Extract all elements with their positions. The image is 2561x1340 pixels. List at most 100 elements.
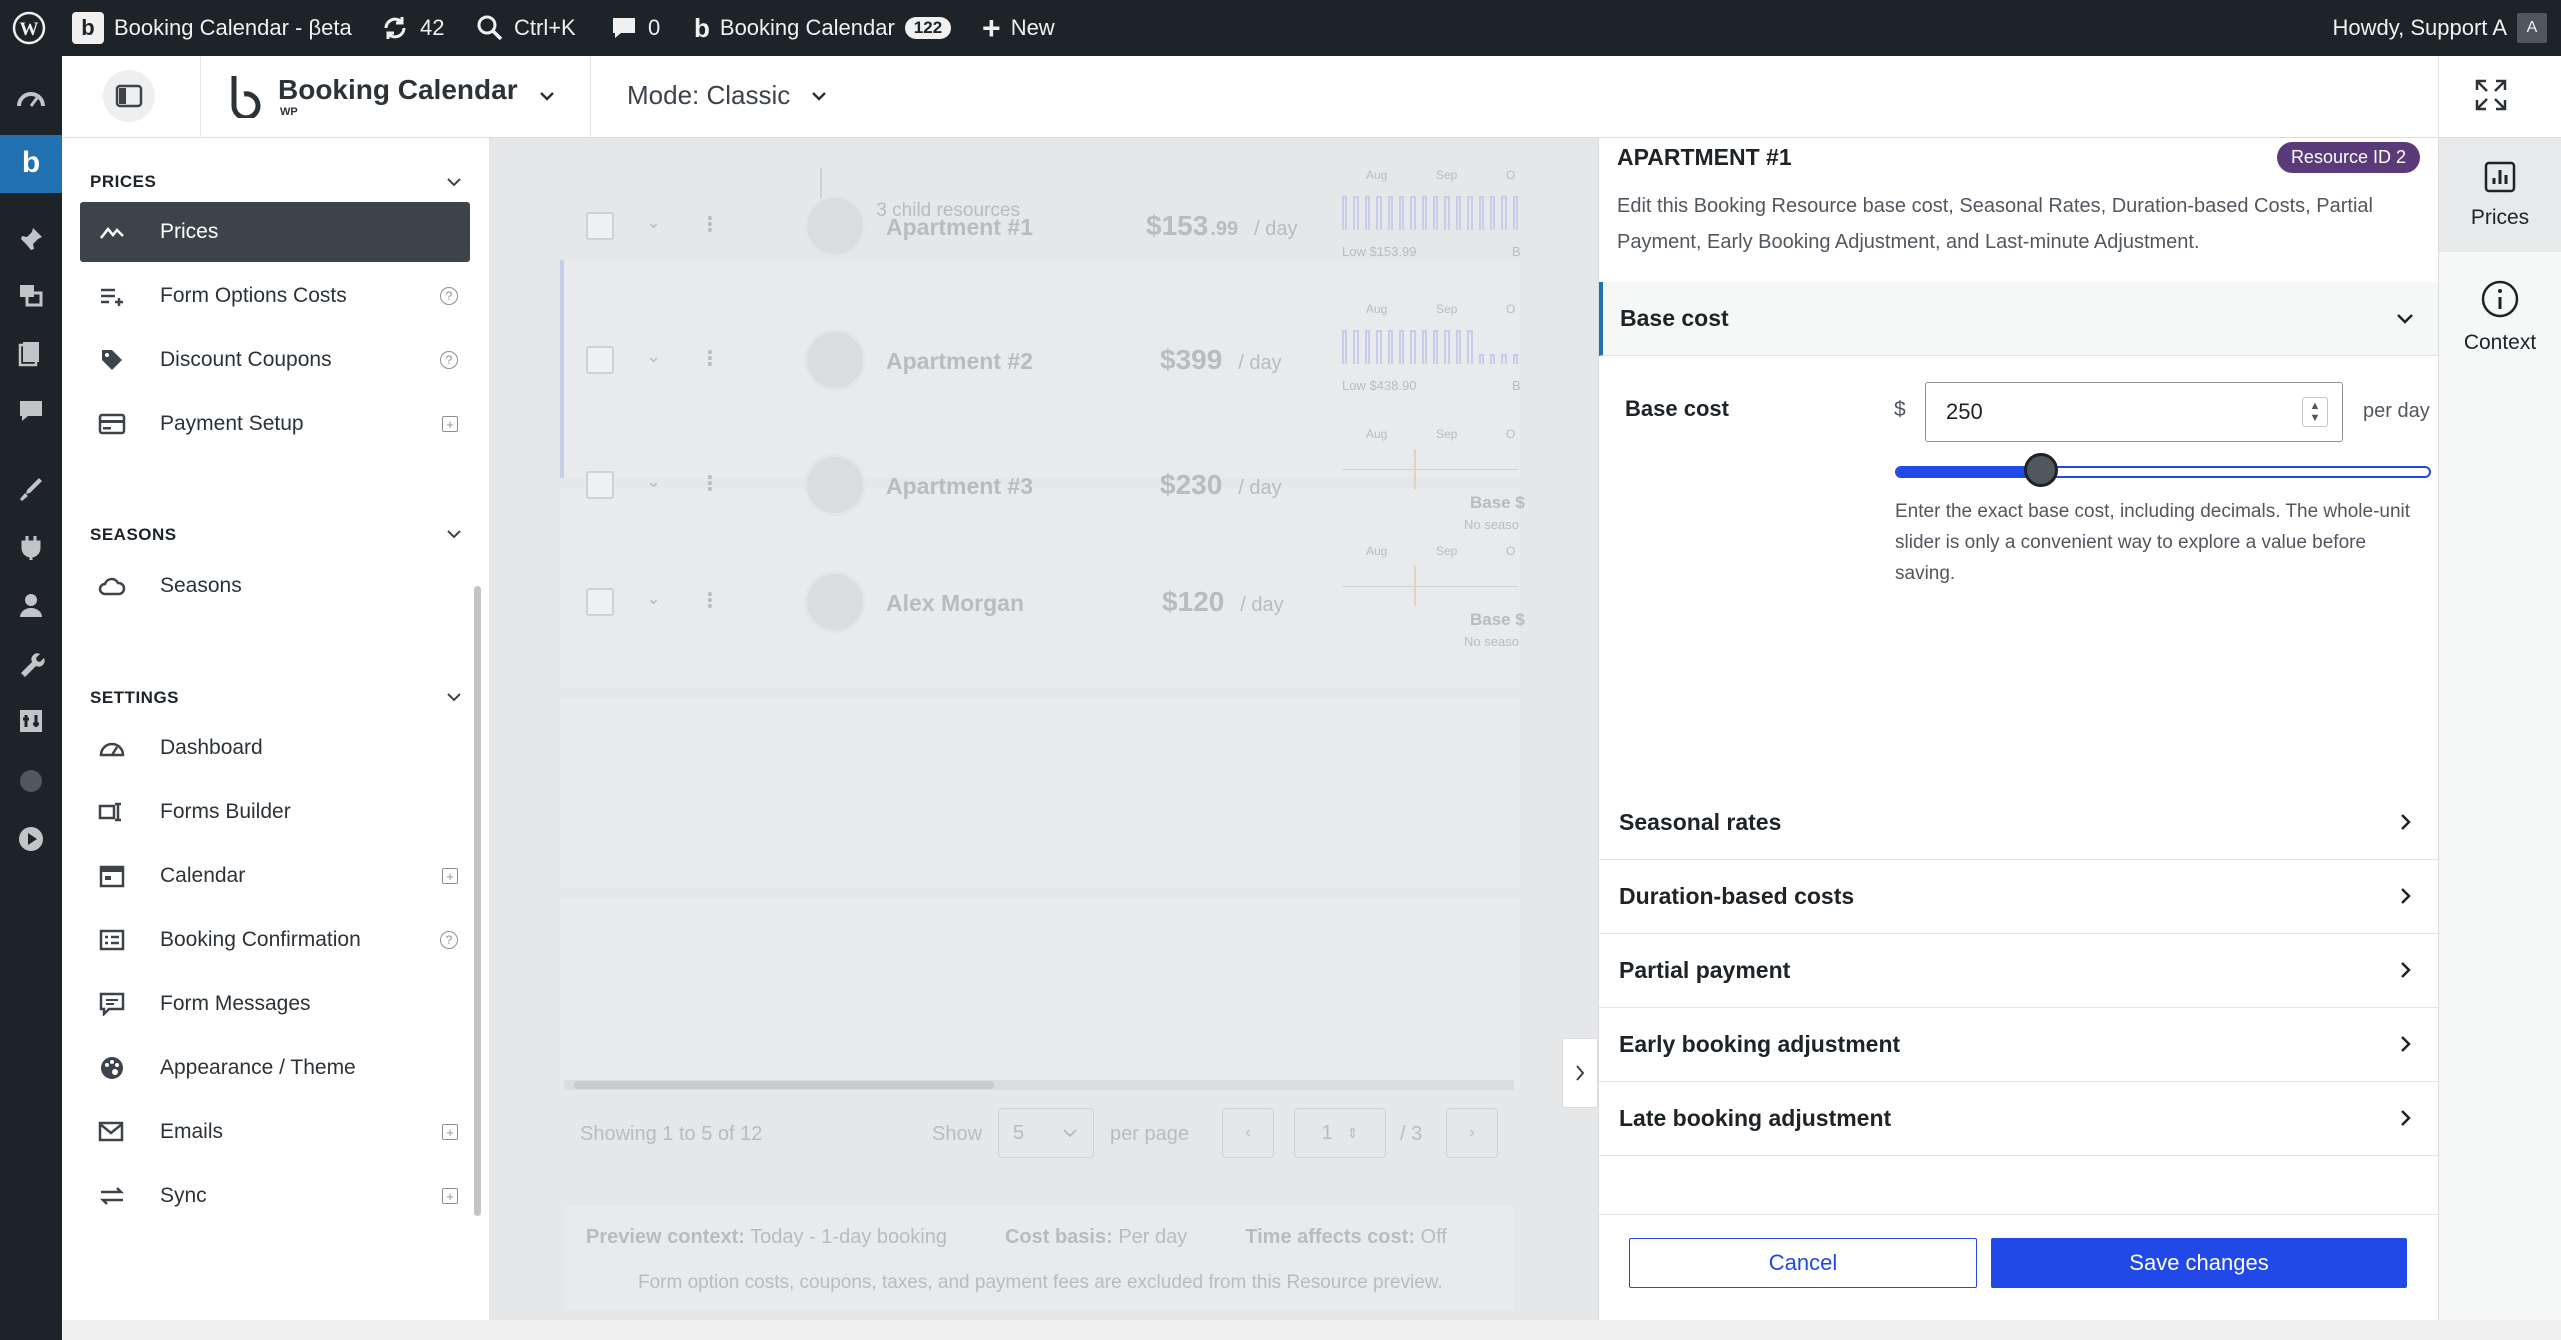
media-icon[interactable]	[14, 278, 48, 312]
nav-item-emails[interactable]: Emails +	[80, 1102, 470, 1162]
save-changes-button[interactable]: Save changes	[1991, 1238, 2407, 1288]
accordion-early-booking-adjustment[interactable]: Early booking adjustment	[1599, 1008, 2439, 1082]
nav-item-seasons[interactable]: Seasons	[80, 556, 470, 616]
nav-item-label: Appearance / Theme	[160, 1056, 356, 1079]
resource-price: $230 / day	[1160, 469, 1282, 501]
table-row[interactable]	[560, 898, 1520, 1088]
tools-icon[interactable]	[14, 646, 48, 680]
comments-link[interactable]: 0	[610, 0, 660, 56]
nav-item-form-options-costs[interactable]: Form Options Costs ?	[80, 266, 470, 326]
page-number-input[interactable]: 1 ⇕	[1294, 1108, 1386, 1158]
chevron-down-icon[interactable]: ⌄	[646, 588, 661, 609]
rail-tab-label: Prices	[2470, 206, 2530, 229]
price-amount: $120	[1162, 586, 1225, 617]
slider-thumb[interactable]	[2023, 453, 2058, 487]
new-content-link[interactable]: + New	[982, 0, 1055, 56]
pages-icon[interactable]	[14, 336, 48, 370]
rail-tab-context[interactable]: Context	[2439, 262, 2561, 372]
chevron-down-icon[interactable]	[444, 172, 464, 192]
nav-item-sync[interactable]: Sync +	[80, 1166, 470, 1226]
more-vertical-icon[interactable]: ⋮	[700, 212, 720, 237]
help-icon[interactable]: ?	[440, 351, 458, 369]
pin-icon[interactable]	[14, 222, 48, 256]
comments-menu-icon[interactable]	[14, 394, 48, 428]
globe-icon[interactable]	[14, 764, 48, 798]
accordion-seasonal-rates[interactable]: Seasonal rates	[1599, 786, 2439, 860]
row-checkbox[interactable]	[586, 346, 614, 374]
search-shortcut-label: Ctrl+K	[514, 15, 576, 40]
expand-plus-icon[interactable]: +	[442, 1188, 458, 1204]
account-menu[interactable]: Howdy, Support A A	[2333, 0, 2547, 56]
table-row[interactable]	[560, 698, 1520, 888]
resource-name[interactable]: Apartment #2	[886, 348, 1033, 375]
right-rail: Prices Context	[2438, 138, 2561, 1320]
cancel-button[interactable]: Cancel	[1629, 1238, 1977, 1288]
nav-item-booking-confirmation[interactable]: Booking Confirmation ?	[80, 910, 470, 970]
chevron-down-icon[interactable]: ⌄	[646, 212, 661, 233]
resource-name[interactable]: Apartment #3	[886, 473, 1033, 500]
booking-calendar-icon[interactable]: b	[14, 146, 48, 180]
base-cost-slider[interactable]	[1895, 453, 2431, 487]
per-page-select[interactable]: 5	[998, 1108, 1094, 1158]
row-checkbox[interactable]	[586, 588, 614, 616]
help-icon[interactable]: ?	[440, 931, 458, 949]
nav-item-forms-builder[interactable]: Forms Builder	[80, 782, 470, 842]
accordion-base-cost[interactable]: Base cost	[1599, 282, 2439, 356]
fullscreen-button[interactable]	[2474, 78, 2508, 117]
expand-plus-icon[interactable]: +	[442, 416, 458, 432]
dashboard-icon[interactable]	[14, 84, 48, 118]
nav-item-dashboard[interactable]: Dashboard	[80, 718, 470, 778]
more-vertical-icon[interactable]: ⋮	[700, 346, 720, 371]
resource-name[interactable]: Alex Morgan	[886, 590, 1024, 617]
expand-plus-icon[interactable]: +	[442, 868, 458, 884]
wordpress-logo-icon[interactable]: W	[12, 0, 46, 56]
nav-item-prices[interactable]: Prices	[80, 202, 470, 262]
nav-item-form-messages[interactable]: Form Messages	[80, 974, 470, 1034]
settings-icon[interactable]	[14, 704, 48, 738]
horizontal-scrollbar[interactable]	[574, 1081, 994, 1089]
chart-bar	[1353, 196, 1359, 230]
nav-item-appearance-theme[interactable]: Appearance / Theme	[80, 1038, 470, 1098]
chevron-down-icon	[812, 91, 827, 101]
nav-item-discount-coupons[interactable]: Discount Coupons ?	[80, 330, 470, 390]
row-checkbox[interactable]	[586, 471, 614, 499]
chevron-down-icon[interactable]	[444, 687, 464, 707]
cost-basis-value: Per day	[1118, 1226, 1188, 1248]
more-vertical-icon[interactable]: ⋮	[700, 471, 720, 496]
search-shortcut[interactable]: Ctrl+K	[476, 0, 576, 56]
sidebar-toggle-button[interactable]	[103, 70, 155, 122]
accordion-late-booking-adjustment[interactable]: Late booking adjustment	[1599, 1082, 2439, 1156]
chevron-down-icon[interactable]	[444, 524, 464, 544]
base-cost-input[interactable]: 250 ▲ ▼	[1925, 382, 2343, 442]
nav-item-payment-setup[interactable]: Payment Setup +	[80, 394, 470, 454]
chevron-right-icon	[2401, 814, 2411, 830]
chevron-down-icon[interactable]: ⌄	[646, 471, 661, 492]
mode-switcher[interactable]: Mode: Classic	[627, 80, 830, 111]
booking-calendar-menu[interactable]: b Booking Calendar 122	[694, 0, 952, 56]
users-icon[interactable]	[14, 588, 48, 622]
plugins-icon[interactable]	[14, 530, 48, 564]
number-stepper-icon[interactable]: ▲ ▼	[2302, 397, 2328, 427]
site-name-link[interactable]: b Booking Calendar - βeta	[72, 0, 352, 56]
chevron-right-icon	[1576, 1065, 1585, 1081]
row-checkbox[interactable]	[586, 212, 614, 240]
accordion-partial-payment[interactable]: Partial payment	[1599, 934, 2439, 1008]
next-page-button[interactable]: ›	[1446, 1108, 1498, 1158]
more-vertical-icon[interactable]: ⋮	[700, 588, 720, 613]
prev-page-button[interactable]: ‹	[1222, 1108, 1274, 1158]
confirmation-icon	[92, 929, 132, 951]
sidebar-scrollbar[interactable]	[474, 586, 481, 1216]
help-icon[interactable]: ?	[440, 287, 458, 305]
accordion-duration-based-costs[interactable]: Duration-based costs	[1599, 860, 2439, 934]
brand-switcher[interactable]: Booking Calendar WP	[228, 74, 558, 118]
expand-plus-icon[interactable]: +	[442, 1124, 458, 1140]
chart-month-label: Sep	[1436, 427, 1458, 441]
expand-panel-button[interactable]	[1562, 1038, 1598, 1108]
rail-tab-prices[interactable]: Prices	[2439, 138, 2561, 252]
appearance-icon[interactable]	[14, 472, 48, 506]
resource-name[interactable]: Apartment #1	[886, 214, 1033, 241]
chevron-down-icon[interactable]: ⌄	[646, 346, 661, 367]
nav-item-calendar[interactable]: Calendar +	[80, 846, 470, 906]
updates-link[interactable]: 42	[380, 0, 444, 56]
play-icon[interactable]	[14, 822, 48, 856]
